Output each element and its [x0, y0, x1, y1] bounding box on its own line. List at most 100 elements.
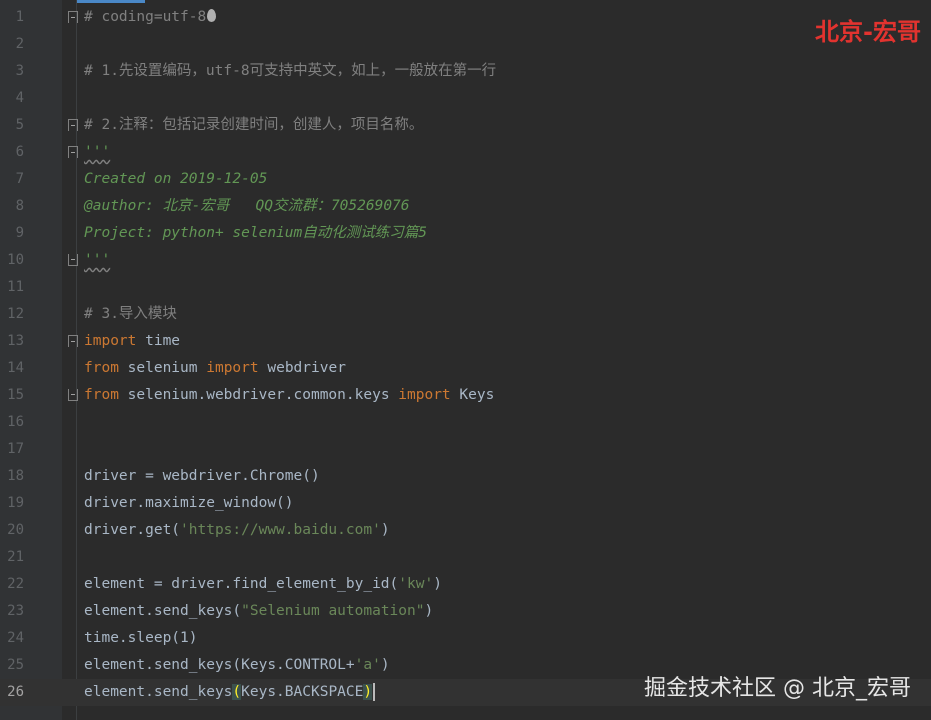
line-number: 5 — [15, 117, 24, 133]
text-cursor — [373, 683, 376, 701]
comment: # 3.导入模块 — [84, 306, 177, 322]
line-number: 24 — [7, 630, 24, 646]
author-watermark: 北京-宏哥 — [815, 18, 921, 46]
line-number: 10 — [7, 252, 24, 268]
line-number: 19 — [7, 495, 24, 511]
matched-paren: ( — [232, 684, 242, 700]
line-number: 22 — [7, 576, 24, 592]
statement: driver = webdriver.Chrome() — [84, 468, 320, 484]
line-number: 20 — [7, 522, 24, 538]
fold-marker-icon[interactable] — [68, 335, 78, 347]
code-line[interactable]: 7 Created on 2019-12-05 — [0, 166, 931, 193]
line-number: 1 — [15, 9, 24, 25]
line-number: 11 — [7, 279, 24, 295]
keyword: import — [84, 333, 137, 349]
code-line[interactable]: 4 — [0, 85, 931, 112]
code-line[interactable]: 13 import time — [0, 328, 931, 355]
site-watermark: 掘金技术社区 @ 北京_宏哥 — [644, 676, 911, 701]
fold-marker-icon[interactable] — [68, 119, 78, 131]
keyword: from — [84, 387, 119, 403]
statement: element.send_keys(Keys.CONTROL+ — [84, 657, 355, 673]
code-text: driver = webdriver.Chrome() — [84, 463, 320, 490]
line-number: 23 — [7, 603, 24, 619]
code-text: # 2.注释：包括记录创建时间，创建人，项目名称。 — [84, 112, 423, 139]
code-text: driver.maximize_window() — [84, 490, 294, 517]
line-number: 4 — [15, 90, 24, 106]
line-number: 6 — [15, 144, 24, 160]
code-line[interactable]: 8 @author: 北京-宏哥 QQ交流群：705269076 — [0, 193, 931, 220]
identifier: webdriver — [258, 360, 346, 376]
fold-marker-icon[interactable] — [68, 254, 78, 266]
docstring: Created on 2019-12-05 — [84, 171, 268, 187]
code-text: from selenium.webdriver.common.keys impo… — [84, 382, 494, 409]
statement: time.sleep(1) — [84, 630, 198, 646]
editor-tab-strip — [0, 0, 931, 3]
statement: element.send_keys( — [84, 603, 242, 619]
code-line[interactable]: 24 time.sleep(1) — [0, 625, 931, 652]
docstring: @author: 北京-宏哥 QQ交流群：705269076 — [84, 198, 410, 214]
code-line[interactable]: 9 Project: python+ selenium自动化测试练习篇5 — [0, 220, 931, 247]
line-number: 21 — [7, 549, 24, 565]
code-line[interactable]: 22 element = driver.find_element_by_id('k… — [0, 571, 931, 598]
line-number: 17 — [7, 441, 24, 457]
statement: element = driver.find_element_by_id( — [84, 576, 399, 592]
code-text: time.sleep(1) — [84, 625, 198, 652]
code-text: ''' — [84, 247, 110, 274]
line-number: 13 — [7, 333, 24, 349]
line-number: 8 — [15, 198, 24, 214]
code-line[interactable]: 18 driver = webdriver.Chrome() — [0, 463, 931, 490]
comment: # 2.注释：包括记录创建时间，创建人，项目名称。 — [84, 117, 424, 133]
code-text: Project: python+ selenium自动化测试练习篇5 — [84, 220, 427, 247]
docstring-delimiter: ''' — [84, 252, 111, 268]
matched-paren: ) — [363, 684, 373, 700]
code-text: Created on 2019-12-05 — [84, 166, 267, 193]
code-line[interactable]: 14 from selenium import webdriver — [0, 355, 931, 382]
code-line[interactable]: 16 — [0, 409, 931, 436]
code-line[interactable]: 5 # 2.注释：包括记录创建时间，创建人，项目名称。 — [0, 112, 931, 139]
code-line[interactable]: 12 # 3.导入模块 — [0, 301, 931, 328]
statement: ) — [380, 657, 390, 673]
line-number: 3 — [15, 63, 24, 79]
code-text: import time — [84, 328, 180, 355]
code-line[interactable]: 11 — [0, 274, 931, 301]
code-line[interactable]: 10 ''' — [0, 247, 931, 274]
statement: ) — [424, 603, 434, 619]
fold-marker-icon[interactable] — [68, 11, 78, 23]
identifier: selenium.webdriver.common.keys — [118, 387, 399, 403]
comment: # coding=utf-8 — [84, 9, 207, 25]
keyword: import — [206, 360, 259, 376]
statement: ) — [380, 522, 390, 538]
string-literal: "Selenium automation" — [241, 603, 425, 619]
line-number: 9 — [15, 225, 24, 241]
code-line[interactable]: 20 driver.get('https://www.baidu.com') — [0, 517, 931, 544]
code-line[interactable]: 23 element.send_keys("Selenium automation… — [0, 598, 931, 625]
code-line[interactable]: 6 ''' — [0, 139, 931, 166]
statement: ) — [433, 576, 442, 592]
statement: driver.get( — [84, 522, 181, 538]
code-text: ''' — [84, 139, 110, 166]
line-number: 18 — [7, 468, 24, 484]
docstring: Project: python+ selenium自动化测试练习篇5 — [84, 225, 427, 241]
code-line[interactable]: 15 from selenium.webdriver.common.keys im… — [0, 382, 931, 409]
keyword: import — [398, 387, 451, 403]
code-text: # coding=utf-8 — [84, 4, 217, 31]
code-text: # 3.导入模块 — [84, 301, 177, 328]
identifier: Keys — [450, 387, 495, 403]
code-line[interactable]: 2 — [0, 31, 931, 58]
code-line[interactable]: 21 — [0, 544, 931, 571]
code-line[interactable]: 17 — [0, 436, 931, 463]
code-line[interactable]: 3 # 1.先设置编码，utf-8可支持中英文，如上，一般放在第一行 — [0, 58, 931, 85]
flame-icon — [207, 9, 217, 22]
code-text: element.send_keys(Keys.CONTROL+'a') — [84, 652, 390, 679]
line-number: 16 — [7, 414, 24, 430]
code-text: element = driver.find_element_by_id('kw'… — [84, 571, 442, 598]
code-text: @author: 北京-宏哥 QQ交流群：705269076 — [84, 193, 410, 220]
identifier: selenium — [118, 360, 207, 376]
line-number: 25 — [7, 657, 24, 673]
code-line[interactable]: 1 # coding=utf-8 — [0, 4, 931, 31]
fold-marker-icon[interactable] — [68, 146, 78, 158]
code-line[interactable]: 19 driver.maximize_window() — [0, 490, 931, 517]
fold-marker-icon[interactable] — [68, 389, 78, 401]
line-number: 15 — [7, 387, 24, 403]
string-literal: 'kw' — [398, 576, 434, 592]
